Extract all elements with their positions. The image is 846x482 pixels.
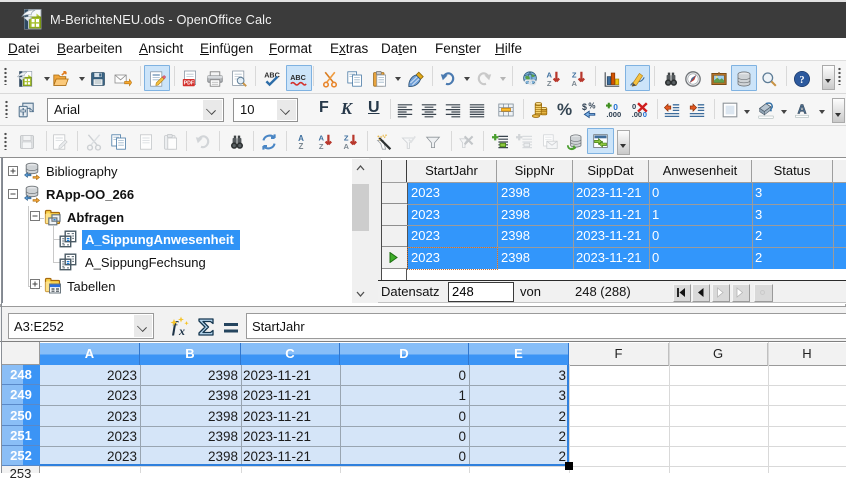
svg-text:Z: Z bbox=[572, 70, 577, 79]
svg-text:.000: .000 bbox=[606, 110, 621, 119]
svg-text:Z: Z bbox=[344, 133, 349, 142]
svg-text:A: A bbox=[571, 79, 577, 88]
svg-text:A: A bbox=[797, 102, 806, 117]
svg-text:$: $ bbox=[582, 102, 587, 112]
svg-text:%: % bbox=[588, 101, 595, 110]
svg-text:Z: Z bbox=[319, 142, 324, 151]
svg-text:ABC: ABC bbox=[290, 73, 306, 82]
svg-text:A: A bbox=[343, 142, 349, 151]
svg-text:A: A bbox=[318, 133, 324, 142]
svg-text:.00: .00 bbox=[632, 110, 643, 119]
svg-text:x: x bbox=[178, 324, 185, 338]
svg-text:Z: Z bbox=[299, 142, 304, 151]
svg-text:Z: Z bbox=[547, 79, 552, 88]
svg-text:A: A bbox=[546, 70, 552, 79]
svg-text:PDF: PDF bbox=[184, 81, 194, 87]
svg-text:?: ? bbox=[799, 75, 804, 86]
